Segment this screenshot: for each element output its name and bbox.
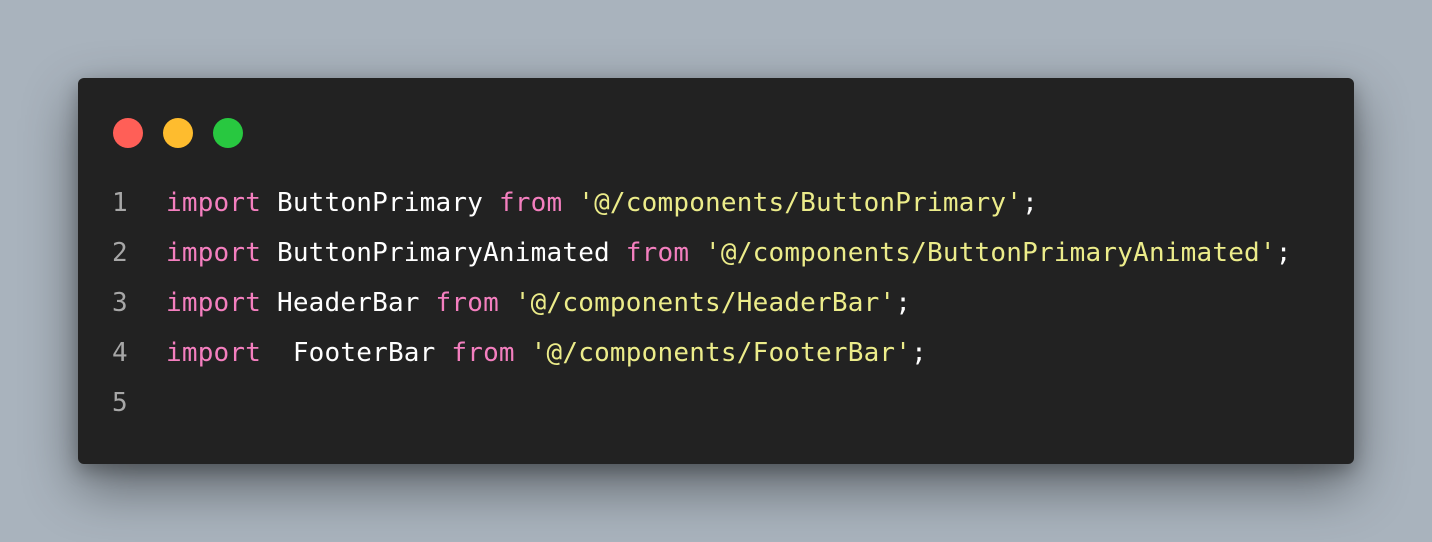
token-identifier	[562, 188, 578, 218]
token-keyword: from	[451, 338, 515, 368]
maximize-dot-icon[interactable]	[213, 118, 243, 148]
token-keyword: import	[166, 188, 262, 218]
token-string: '@/components/HeaderBar'	[514, 288, 896, 318]
token-identifier: ButtonPrimaryAnimated	[261, 238, 626, 268]
token-identifier	[515, 338, 531, 368]
token-punctuation: ;	[1275, 238, 1292, 268]
line-number: 5	[112, 388, 128, 418]
token-identifier: FooterBar	[261, 338, 452, 368]
code-line: 3 import HeaderBar from '@/components/Hea…	[78, 278, 1354, 328]
code-line: 1 import ButtonPrimary from '@/components…	[78, 178, 1354, 228]
token-punctuation: ;	[911, 338, 927, 368]
line-content: import HeaderBar from '@/components/Head…	[166, 278, 911, 328]
code-window: 1 import ButtonPrimary from '@/components…	[78, 78, 1354, 464]
line-content: import ButtonPrimaryAnimated from '@/com…	[166, 228, 1292, 278]
token-keyword: import	[166, 338, 262, 368]
token-string: '@/components/ButtonPrimary'	[578, 188, 1023, 218]
token-identifier: HeaderBar	[261, 288, 436, 318]
token-string: '@/components/FooterBar'	[530, 338, 912, 368]
token-punctuation: ;	[895, 288, 912, 318]
line-content: import FooterBar from '@/components/Foot…	[166, 328, 927, 378]
token-keyword: from	[498, 188, 563, 218]
line-number: 2	[112, 238, 128, 268]
line-number: 4	[112, 338, 128, 368]
token-keyword: from	[625, 238, 690, 268]
line-content: import ButtonPrimary from '@/components/…	[166, 178, 1038, 228]
token-keyword: import	[166, 288, 262, 318]
close-dot-icon[interactable]	[113, 118, 143, 148]
token-punctuation: ;	[1022, 188, 1038, 218]
token-keyword: import	[166, 238, 262, 268]
code-line: 5	[78, 378, 1354, 428]
code-line: 4 import FooterBar from '@/components/Foo…	[78, 328, 1354, 378]
window-controls	[113, 118, 243, 148]
token-identifier	[689, 238, 705, 268]
token-identifier: ButtonPrimary	[261, 188, 499, 218]
line-number: 3	[112, 288, 128, 318]
code-line: 2 import ButtonPrimaryAnimated from '@/co…	[78, 228, 1354, 278]
token-keyword: from	[435, 288, 499, 318]
line-number: 1	[112, 188, 128, 218]
minimize-dot-icon[interactable]	[163, 118, 193, 148]
token-string: '@/components/ButtonPrimaryAnimated'	[705, 238, 1276, 268]
token-identifier	[499, 288, 515, 318]
code-block[interactable]: 1 import ButtonPrimary from '@/components…	[78, 178, 1354, 428]
